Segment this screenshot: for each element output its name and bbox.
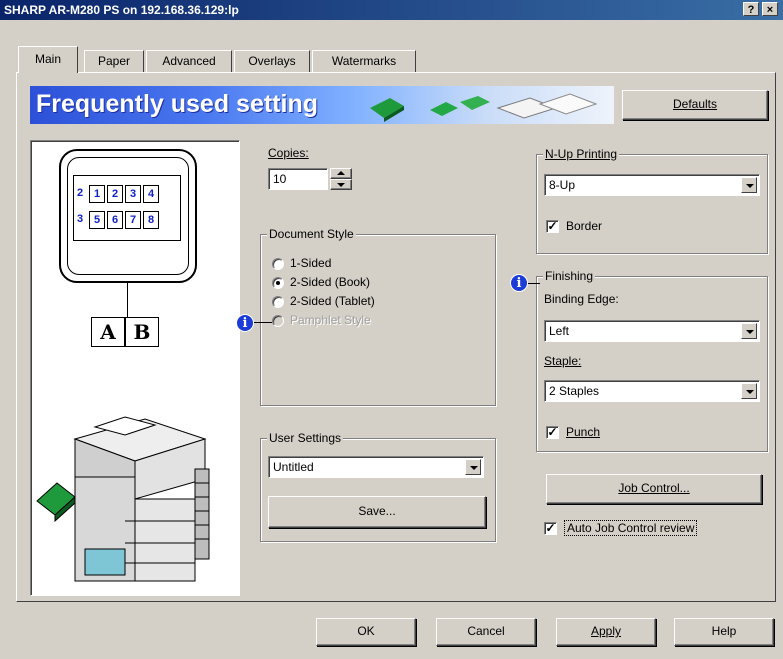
auto-job-review-checkbox[interactable]: ✓ xyxy=(544,522,557,535)
apply-label: Apply xyxy=(590,624,622,638)
preview-pane: 1 2 3 4 5 6 7 8 2 3 A B xyxy=(30,140,240,596)
user-settings-value: Untitled xyxy=(273,460,314,474)
radio-1-sided-label: 1-Sided xyxy=(290,256,332,270)
staple-value: 2 Staples xyxy=(549,384,600,398)
binding-edge-value: Left xyxy=(549,324,570,338)
window-title: SHARP AR-M280 PS on 192.168.36.129:lp xyxy=(4,3,239,17)
save-button[interactable]: Save... xyxy=(268,496,486,528)
border-checkbox[interactable]: ✓ xyxy=(546,220,559,233)
frequently-used-banner: Frequently used setting xyxy=(30,86,614,124)
radio-2-sided-tablet[interactable] xyxy=(272,296,284,308)
help-title-button[interactable]: ? xyxy=(743,2,759,16)
copies-value: 10 xyxy=(273,172,287,186)
tab-paper[interactable]: Paper xyxy=(84,50,144,72)
staple-label: Staple: xyxy=(544,354,581,368)
left-page-mark: 2 xyxy=(77,187,84,199)
staple-label-text: Staple: xyxy=(544,354,582,368)
title-bar[interactable]: SHARP AR-M280 PS on 192.168.36.129:lp ? … xyxy=(0,0,783,20)
page-cell: 6 xyxy=(107,211,123,229)
nup-legend: N-Up Printing xyxy=(543,147,620,161)
defaults-button[interactable]: Defaults xyxy=(622,90,768,120)
copies-input[interactable]: 10 xyxy=(268,168,328,190)
tab-advanced[interactable]: Advanced xyxy=(146,50,232,72)
punch-checkbox[interactable]: ✓ xyxy=(546,426,559,439)
banner-title: Frequently used setting xyxy=(36,90,318,118)
dropdown-arrow-icon[interactable] xyxy=(741,323,757,339)
radio-1-sided[interactable] xyxy=(272,258,284,270)
radio-pamphlet-style xyxy=(272,315,284,327)
help-label: Help xyxy=(711,624,737,638)
apply-button[interactable]: Apply xyxy=(556,618,656,646)
auto-job-review-label: Auto Job Control review xyxy=(564,520,698,536)
copies-label: Copies: xyxy=(268,146,309,160)
user-settings-select[interactable]: Untitled xyxy=(268,456,484,478)
cancel-button[interactable]: Cancel xyxy=(436,618,536,646)
binding-connector xyxy=(127,281,128,317)
dropdown-arrow-icon[interactable] xyxy=(465,459,481,475)
letter-a: A xyxy=(91,317,125,347)
ok-label: OK xyxy=(357,624,375,638)
tab-watermarks[interactable]: Watermarks xyxy=(312,50,416,72)
staple-select[interactable]: 2 Staples xyxy=(544,380,760,402)
page-cell: 8 xyxy=(143,211,159,229)
binding-edge-label: Binding Edge: xyxy=(544,292,619,306)
nup-select[interactable]: 8-Up xyxy=(544,174,760,196)
info-pointer xyxy=(528,283,540,284)
page-cell: 7 xyxy=(125,211,141,229)
spin-down-icon[interactable] xyxy=(330,179,352,190)
help-button[interactable]: Help xyxy=(674,618,774,646)
nup-value: 8-Up xyxy=(549,178,576,192)
page-cell: 4 xyxy=(143,185,159,203)
page-cell: 5 xyxy=(89,211,105,229)
punch-label: Punch xyxy=(566,425,600,439)
radio-2-sided-book[interactable] xyxy=(272,277,284,289)
green-paper-icon xyxy=(370,93,598,122)
radio-2-sided-tablet-label: 2-Sided (Tablet) xyxy=(290,294,375,308)
save-button-label: Save... xyxy=(358,504,396,518)
print-properties-dialog: SHARP AR-M280 PS on 192.168.36.129:lp ? … xyxy=(0,0,783,659)
tab-overlays[interactable]: Overlays xyxy=(234,50,310,72)
printer-icon xyxy=(36,416,210,582)
radio-2-sided-book-label: 2-Sided (Book) xyxy=(290,275,371,289)
page-cell: 2 xyxy=(107,185,123,203)
user-settings-legend: User Settings xyxy=(267,431,344,445)
punch-label-text: Punch xyxy=(566,425,601,439)
copies-label-text: Copies: xyxy=(268,146,309,160)
tab-main[interactable]: Main xyxy=(18,46,78,73)
letter-b: B xyxy=(125,317,159,347)
job-control-button[interactable]: Job Control... xyxy=(546,474,762,504)
info-pointer xyxy=(254,322,272,323)
document-style-legend: Document Style xyxy=(267,227,356,241)
dropdown-arrow-icon[interactable] xyxy=(741,177,757,193)
finishing-legend: Finishing xyxy=(543,269,596,283)
page-cell: 3 xyxy=(125,185,141,203)
left-page-mark: 3 xyxy=(77,213,84,225)
nup-legend-text: N-Up Printing xyxy=(545,147,618,161)
info-icon[interactable]: i xyxy=(236,314,254,332)
cancel-label: Cancel xyxy=(467,624,505,638)
border-label: Border xyxy=(566,219,603,233)
dropdown-arrow-icon[interactable] xyxy=(741,383,757,399)
job-control-label: Job Control... xyxy=(618,481,690,495)
radio-pamphlet-style-label: Pamphlet Style xyxy=(290,313,371,327)
spin-up-icon[interactable] xyxy=(330,168,352,179)
defaults-label: Defaults xyxy=(672,97,718,111)
info-icon[interactable]: i xyxy=(510,274,528,292)
ok-button[interactable]: OK xyxy=(316,618,416,646)
binding-edge-select[interactable]: Left xyxy=(544,320,760,342)
close-button[interactable]: × xyxy=(762,2,778,16)
page-cell: 1 xyxy=(89,185,105,203)
nup-printing-group: N-Up Printing xyxy=(536,147,768,254)
